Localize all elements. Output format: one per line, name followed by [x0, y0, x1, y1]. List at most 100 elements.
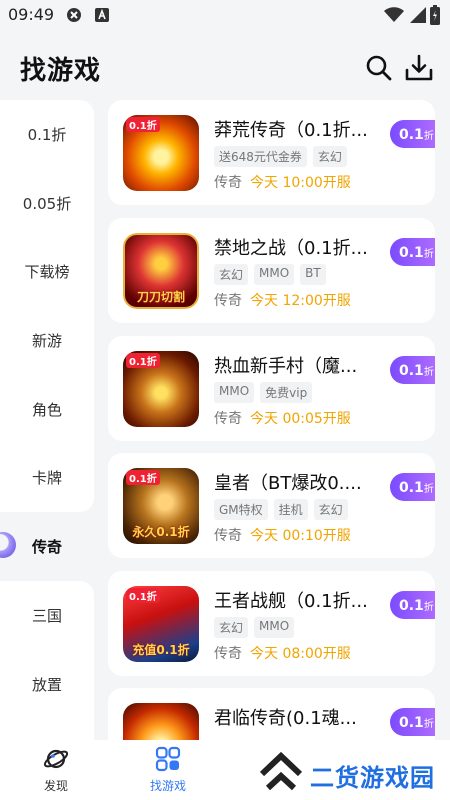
tag: 挂机	[273, 499, 308, 520]
discount-value: 0.1	[399, 715, 424, 731]
discount-badge: 0.1折	[390, 708, 435, 736]
discount-value: 0.1	[399, 127, 424, 143]
category-sidebar	[0, 100, 94, 512]
game-card[interactable]: 0.1折 充值0.1折 王者战舰（0.1折... 玄幻 MMO 传奇 今天 08:…	[108, 571, 435, 676]
notification-close-icon	[67, 8, 81, 22]
game-thumbnail: 0.1折 永久0.1折	[123, 468, 199, 544]
game-thumbnail	[123, 703, 199, 740]
game-card[interactable]: 0.1折 永久0.1折 皇者（BT爆改0.... GM特权 挂机 玄幻 传奇 今天…	[108, 453, 435, 558]
status-time: 09:49	[8, 5, 55, 24]
watermark-logo-icon	[259, 751, 303, 791]
tag-list: 玄幻 MMO	[214, 617, 295, 638]
discount-value: 0.1	[399, 245, 424, 261]
server-open-time: 今天 00:05开服	[250, 411, 351, 427]
server-open-time: 今天 12:00开服	[250, 293, 351, 309]
thumbnail-discount-tag: 0.1折	[126, 470, 160, 485]
game-genre: 传奇	[214, 646, 242, 662]
download-icon[interactable]	[404, 53, 434, 83]
status-bar: 09:49	[0, 0, 450, 30]
signal-icon	[410, 7, 426, 23]
game-card[interactable]: 0.1折 莽荒传奇（0.1折... 送648元代金券 玄幻 传奇 今天 10:00…	[108, 100, 435, 205]
sidebar-item-role[interactable]: 角色	[0, 390, 94, 430]
discount-badge: 0.1折	[390, 356, 435, 384]
sidebar-item-0.05zhe[interactable]: 0.05折	[0, 184, 94, 224]
battery-icon	[430, 5, 440, 25]
wifi-icon	[384, 7, 404, 22]
game-title: 君临传奇(0.1魂...	[214, 708, 357, 729]
sidebar-item-card[interactable]: 卡牌	[0, 458, 94, 498]
tag-list: MMO 免费vip	[214, 382, 313, 403]
game-thumbnail: 0.1折	[123, 115, 199, 191]
game-card[interactable]: 君临传奇(0.1魂... 0.1折	[108, 688, 435, 740]
discount-badge: 0.1折	[390, 120, 435, 148]
discount-value: 0.1	[399, 598, 424, 614]
page-title: 找游戏	[20, 56, 102, 86]
game-meta: 传奇 今天 12:00开服	[214, 290, 351, 310]
discount-badge: 0.1折	[390, 238, 435, 266]
game-card[interactable]: 刀刀切割 禁地之战（0.1折... 玄幻 MMO BT 传奇 今天 12:00开服…	[108, 218, 435, 323]
server-open-time: 今天 00:10开服	[250, 528, 351, 544]
nav-discover[interactable]: 发现	[26, 740, 86, 800]
thumbnail-discount-tag: 0.1折	[126, 117, 160, 132]
discount-unit: 折	[423, 484, 434, 495]
game-genre: 传奇	[214, 293, 242, 309]
game-thumbnail: 0.1折	[123, 351, 199, 427]
grid-icon	[155, 746, 181, 772]
tag: GM特权	[214, 499, 268, 520]
game-meta: 传奇 今天 10:00开服	[214, 172, 351, 192]
game-genre: 传奇	[214, 175, 242, 191]
search-icon[interactable]	[364, 53, 394, 83]
tag: 送648元代金券	[214, 146, 307, 167]
tag: 玄幻	[214, 617, 249, 638]
tag: 玄幻	[214, 264, 249, 285]
tag-list: GM特权 挂机 玄幻	[214, 499, 348, 520]
discount-unit: 折	[423, 602, 434, 613]
game-thumbnail: 0.1折 充值0.1折	[123, 586, 199, 662]
planet-icon	[43, 749, 69, 769]
game-genre: 传奇	[214, 528, 242, 544]
thumbnail-discount-tag: 0.1折	[126, 588, 160, 603]
tag: MMO	[214, 382, 255, 403]
discount-unit: 折	[423, 367, 434, 378]
game-card[interactable]: 0.1折 热血新手村（魔... MMO 免费vip 传奇 今天 00:05开服 0…	[108, 336, 435, 441]
tag: 免费vip	[260, 382, 313, 403]
game-meta: 传奇 今天 08:00开服	[214, 643, 351, 663]
sidebar-item-legend[interactable]: 传奇	[0, 527, 94, 567]
game-title: 莽荒传奇（0.1折...	[214, 120, 368, 141]
game-meta: 传奇 今天 00:10开服	[214, 525, 351, 545]
watermark-text: 二货游戏园	[310, 764, 435, 792]
site-watermark: 二货游戏园	[258, 751, 434, 796]
tag-list: 送648元代金券 玄幻	[214, 146, 347, 167]
sidebar-item-three-kingdoms[interactable]: 三国	[0, 596, 94, 636]
game-thumbnail: 刀刀切割	[123, 233, 199, 309]
game-meta: 传奇 今天 00:05开服	[214, 408, 351, 428]
discount-unit: 折	[423, 249, 434, 260]
tag: BT	[300, 264, 326, 285]
thumbnail-caption: 永久0.1折	[132, 525, 190, 539]
sidebar-item-idle[interactable]: 放置	[0, 665, 94, 705]
game-title: 王者战舰（0.1折...	[214, 591, 368, 612]
discount-value: 0.1	[399, 480, 424, 496]
tag: MMO	[254, 617, 295, 638]
thumbnail-caption: 充值0.1折	[132, 643, 190, 657]
game-title: 禁地之战（0.1折...	[214, 238, 368, 259]
sidebar-item-download-rank[interactable]: 下载榜	[0, 252, 94, 292]
header: 找游戏	[0, 30, 450, 100]
nav-find-games[interactable]: 找游戏	[138, 740, 198, 800]
thumbnail-discount-tag: 0.1折	[126, 353, 160, 368]
discount-value: 0.1	[399, 363, 424, 379]
discount-badge: 0.1折	[390, 591, 435, 619]
server-open-time: 今天 10:00开服	[250, 175, 351, 191]
discount-unit: 折	[423, 719, 434, 730]
nav-label: 找游戏	[149, 779, 186, 793]
game-title: 热血新手村（魔...	[214, 356, 358, 377]
discount-unit: 折	[423, 131, 434, 142]
sidebar-item-new-games[interactable]: 新游	[0, 321, 94, 361]
tag: MMO	[254, 264, 295, 285]
sidebar-item-0.1zhe[interactable]: 0.1折	[0, 115, 94, 155]
game-genre: 传奇	[214, 411, 242, 427]
server-open-time: 今天 08:00开服	[250, 646, 351, 662]
thumbnail-caption: 刀刀切割	[136, 290, 185, 304]
tag-list: 玄幻 MMO BT	[214, 264, 326, 285]
discount-badge: 0.1折	[390, 473, 435, 501]
